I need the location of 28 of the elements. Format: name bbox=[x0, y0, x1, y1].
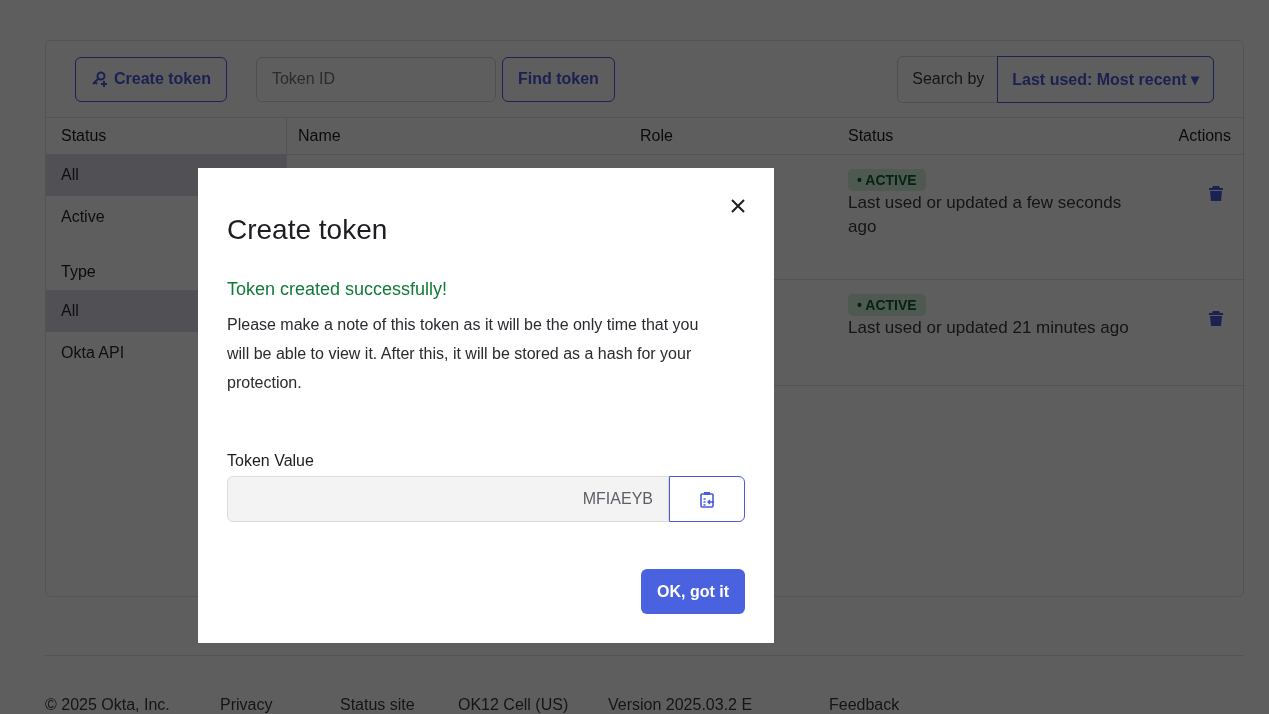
copyright-text: © 2025 Okta, Inc. bbox=[45, 696, 170, 714]
search-by-label: Search by bbox=[911, 69, 986, 89]
column-header: Name bbox=[297, 127, 342, 145]
copy-button[interactable] bbox=[669, 476, 745, 522]
filter-heading: Type bbox=[61, 262, 96, 282]
ok-button[interactable]: OK, got it bbox=[641, 569, 745, 614]
last-used-text: Last used or updated 21 minutes ago bbox=[848, 317, 1130, 339]
footer-link[interactable]: OK12 Cell (US) bbox=[458, 696, 569, 714]
footer-link[interactable]: Privacy bbox=[220, 696, 273, 714]
status-badge: • ACTIVE bbox=[848, 169, 926, 191]
field-label: Token Value bbox=[227, 452, 315, 470]
close-icon[interactable] bbox=[731, 199, 745, 213]
find-token-button[interactable]: Find token bbox=[501, 56, 615, 102]
filter-heading: Status bbox=[61, 126, 107, 146]
sort-dropdown[interactable]: Last used: Most recent ▾ bbox=[997, 55, 1214, 103]
footer-link[interactable]: Status site bbox=[340, 696, 415, 714]
token-value-field[interactable]: MFIAEYB bbox=[227, 476, 669, 522]
create-token-button[interactable]: Create token bbox=[75, 56, 227, 102]
footer-link[interactable]: Feedback bbox=[829, 696, 900, 714]
column-header: Actions bbox=[1177, 127, 1232, 145]
column-header: Status bbox=[848, 127, 895, 145]
column-header: Role bbox=[640, 127, 674, 145]
key-plus-icon bbox=[91, 70, 108, 88]
status-badge: • ACTIVE bbox=[848, 294, 926, 316]
last-used-text: Last used or updated a few seconds ago bbox=[848, 192, 1123, 238]
dialog-title: Create token bbox=[227, 214, 388, 246]
footer-link[interactable]: Version 2025.03.2 E bbox=[608, 696, 753, 714]
clipboard-icon bbox=[699, 490, 715, 508]
